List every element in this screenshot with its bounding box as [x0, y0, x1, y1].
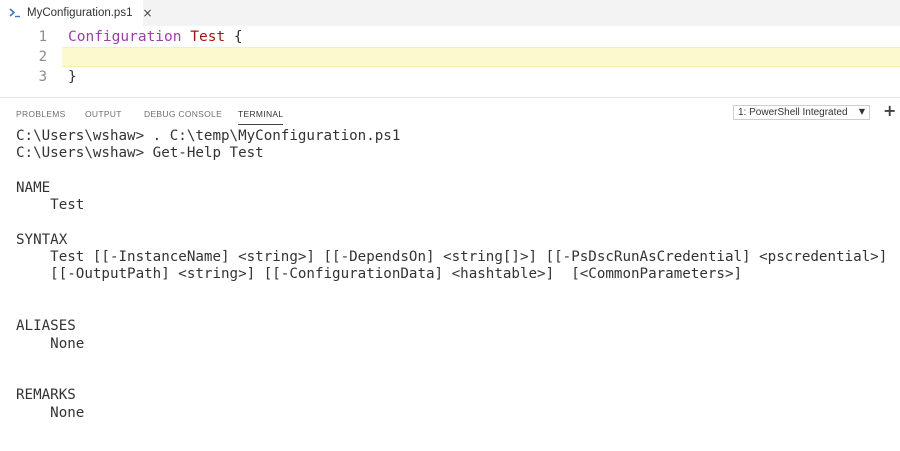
terminal-line: SYNTAX [16, 231, 68, 248]
close-icon[interactable]: × [142, 6, 152, 20]
code-line: 3 } [0, 67, 900, 87]
editor-tab[interactable]: MyConfiguration.ps1 × [0, 0, 153, 26]
terminal-line: Test [[-InstanceName] <string>] [[-Depen… [16, 249, 888, 266]
tab-filename: MyConfiguration.ps1 [27, 7, 133, 19]
keyword-token: Configuration [68, 29, 182, 45]
tab-problems[interactable]: PROBLEMS [16, 109, 66, 119]
code-line: 1 Configuration Test { [0, 27, 900, 47]
tab-debug-console[interactable]: DEBUG CONSOLE [144, 109, 222, 119]
terminal-selector[interactable]: 1: PowerShell Integrated ▼ [733, 105, 870, 120]
terminal-line: None [16, 335, 85, 352]
terminal-line: Test [16, 197, 85, 214]
chevron-down-icon: ▼ [858, 107, 865, 116]
code-editor[interactable]: 1 Configuration Test { 2 3 } [0, 26, 900, 97]
code-text: } [68, 69, 77, 85]
new-terminal-button[interactable]: + [883, 102, 896, 120]
terminal-line: REMARKS [16, 387, 76, 404]
editor-tab-bar: MyConfiguration.ps1 × [0, 0, 900, 26]
line-number: 2 [38, 49, 47, 65]
powershell-icon [9, 7, 21, 19]
tab-terminal[interactable]: TERMINAL [238, 109, 284, 125]
code-line-current: 2 [0, 47, 900, 67]
terminal-line: C:\Users\wshaw> . C:\temp\MyConfiguratio… [16, 128, 401, 144]
line-number: 1 [38, 29, 47, 45]
terminal-output[interactable]: C:\Users\wshaw> . C:\temp\MyConfiguratio… [16, 128, 896, 448]
terminal-line: None [16, 404, 85, 421]
terminal-line: [[-OutputPath] <string>] [[-Configuratio… [16, 266, 743, 283]
line-number: 3 [38, 69, 47, 85]
terminal-line: C:\Users\wshaw> Get-Help Test [16, 145, 264, 162]
terminal-line: NAME [16, 179, 51, 196]
code-text: Configuration Test { [68, 27, 243, 47]
tab-output[interactable]: OUTPUT [85, 109, 122, 119]
terminal-selector-value: 1: PowerShell Integrated [738, 107, 848, 118]
current-line-highlight [62, 47, 900, 67]
name-token: Test [190, 29, 226, 45]
terminal-line: ALIASES [16, 318, 76, 335]
brace-token: { [225, 29, 243, 45]
